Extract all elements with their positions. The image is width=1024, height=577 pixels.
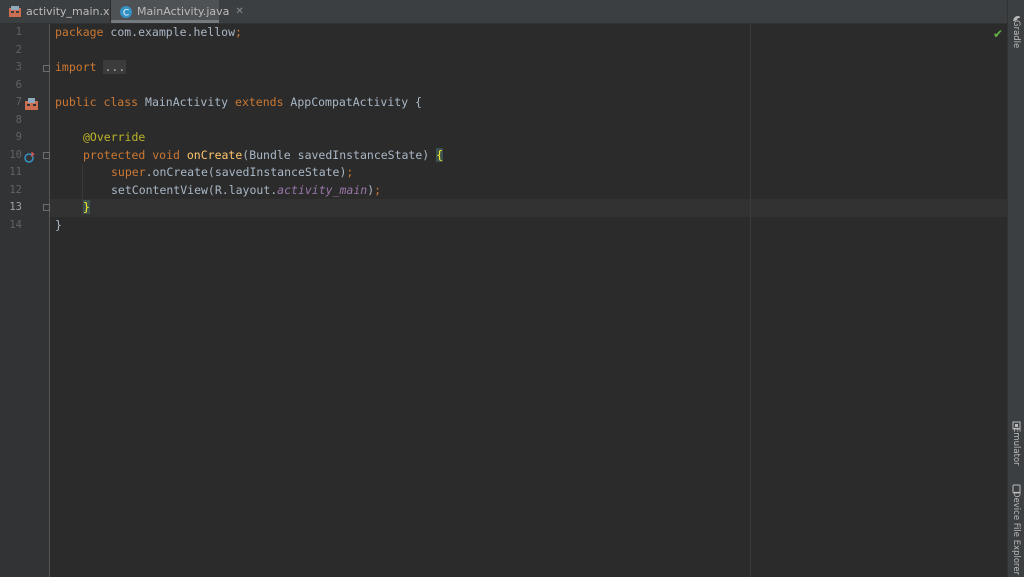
tab-activity-main-xml[interactable]: activity_main.xml ✕ <box>0 0 138 23</box>
keyword: public class <box>55 95 139 109</box>
closing-brace: } <box>55 217 62 232</box>
emulator-panel-button[interactable]: Emulator <box>1011 427 1021 466</box>
class-name: MainActivity <box>138 95 236 109</box>
line-number-current: 13 <box>9 201 22 213</box>
gradle-panel-button[interactable]: Gradle <box>1011 20 1021 48</box>
method-call: setContentView(R.layout. <box>111 182 278 197</box>
matched-brace: { <box>436 147 444 162</box>
code-line-14: } <box>55 217 62 235</box>
line-number: 2 <box>15 43 22 56</box>
keyword: package <box>55 25 104 39</box>
code-line-13: } <box>83 199 90 217</box>
annotation: @Override <box>83 130 146 144</box>
current-line-highlight <box>50 199 1008 217</box>
line-number: 11 <box>9 166 22 178</box>
method-params: (Bundle savedInstanceState) <box>242 147 437 162</box>
keyword: protected void <box>83 147 180 162</box>
method-call: .onCreate(savedInstanceState) <box>145 165 347 179</box>
line-number: 3 <box>15 61 22 73</box>
code-line-10: protected void onCreate(Bundle savedInst… <box>83 147 444 165</box>
line-number: 1 <box>15 26 22 38</box>
editor-gutter: 1 2 3 6 7 8 9 10 11 12 13 14 <box>0 24 50 577</box>
method-name: onCreate <box>186 147 243 162</box>
fold-marker-icon[interactable] <box>43 65 50 72</box>
folded-imports[interactable]: ... <box>103 60 127 74</box>
keyword: import <box>55 60 97 74</box>
tab-main-activity-java[interactable]: C MainActivity.java ✕ <box>111 0 244 23</box>
svg-text:C: C <box>123 8 129 18</box>
keyword: super <box>111 165 146 179</box>
semicolon: ; <box>346 165 354 179</box>
line-number: 14 <box>9 218 22 231</box>
close-tab-icon[interactable]: ✕ <box>235 6 243 17</box>
fold-marker-icon[interactable] <box>43 152 50 159</box>
semicolon: ; <box>235 25 242 39</box>
code-line-7: public class MainActivity extends AppCom… <box>55 94 422 112</box>
override-method-icon[interactable] <box>24 148 36 167</box>
android-activity-icon[interactable] <box>25 95 38 114</box>
tab-label: activity_main.xml <box>26 5 124 18</box>
superclass: AppCompatActivity { <box>283 95 422 109</box>
layout-file-icon <box>8 5 22 19</box>
code-line-9: @Override <box>83 129 145 147</box>
code-line-12: setContentView(R.layout.activity_main); <box>111 182 381 200</box>
device-file-explorer-panel-button[interactable]: Device File Explorer <box>1011 491 1021 575</box>
java-class-icon: C <box>119 5 133 19</box>
layout-field: activity_main <box>277 182 368 197</box>
fold-marker-icon[interactable] <box>43 204 50 211</box>
package-name: com.example.hellow <box>103 25 236 39</box>
semicolon: ; <box>374 182 382 197</box>
matched-brace: } <box>83 200 90 214</box>
code-line-11: super.onCreate(savedInstanceState); <box>111 164 353 182</box>
line-number: 6 <box>15 78 22 91</box>
code-line-1: package com.example.hellow; <box>55 24 242 42</box>
line-number: 10 <box>9 148 22 161</box>
inspection-ok-icon[interactable]: ✔ <box>993 27 1003 41</box>
line-number: 8 <box>15 113 22 126</box>
line-number: 7 <box>15 96 22 108</box>
keyword: extends <box>235 95 284 109</box>
tab-label: MainActivity.java <box>137 5 230 18</box>
code-line-3: import ... <box>55 59 127 77</box>
right-margin-guide <box>750 24 751 577</box>
editor-tab-bar: activity_main.xml ✕ C MainActivity.java … <box>0 0 1008 24</box>
line-number: 12 <box>9 183 22 196</box>
right-tool-strip: Gradle Emulator Device File Explorer <box>1007 0 1024 577</box>
line-number: 9 <box>15 131 22 143</box>
code-editor[interactable]: package com.example.hellow; import ... p… <box>50 24 1008 577</box>
